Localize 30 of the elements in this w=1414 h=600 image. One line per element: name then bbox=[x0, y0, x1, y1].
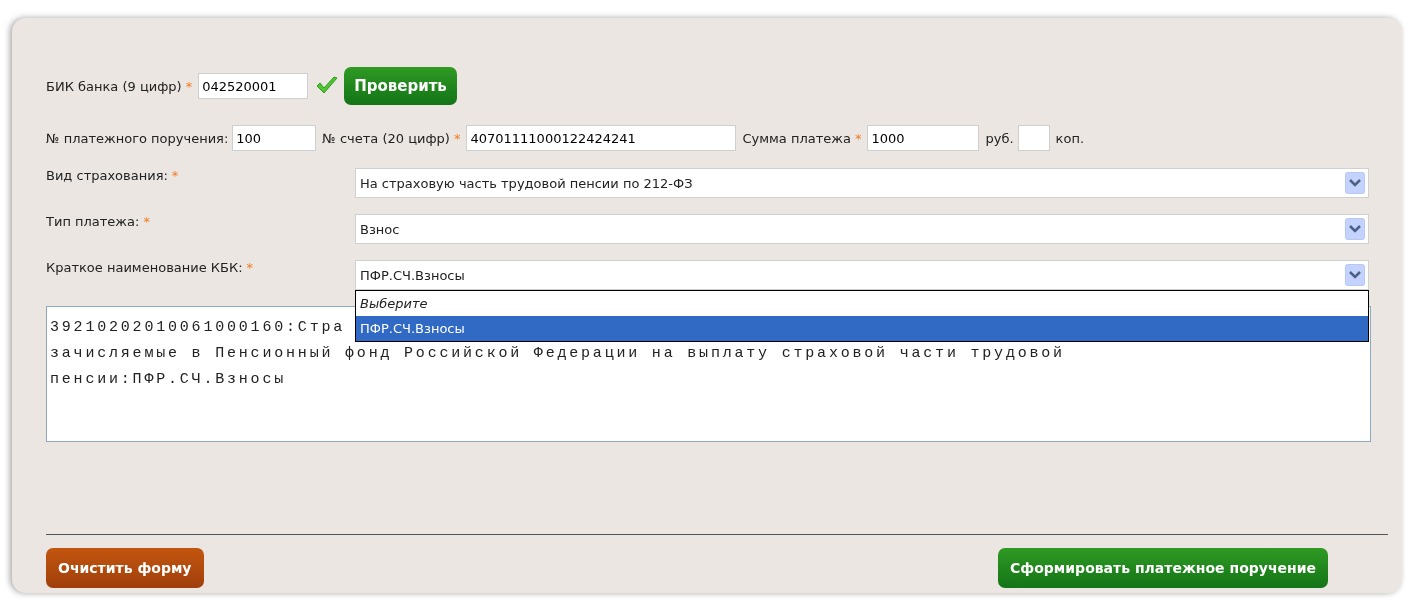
text-input[interactable]: 40701111000122424241 bbox=[466, 125, 737, 151]
required-mark: * bbox=[143, 214, 150, 229]
dropdown-select[interactable]: Взнос bbox=[355, 214, 1369, 244]
dropdown-select[interactable]: ПФР.СЧ.Взносы bbox=[355, 260, 1369, 290]
field-label: руб. bbox=[985, 130, 1014, 146]
text-input[interactable]: 100 bbox=[232, 125, 317, 151]
required-mark: * bbox=[854, 130, 862, 146]
required-mark: * bbox=[171, 168, 179, 183]
required-mark: * bbox=[246, 260, 254, 275]
text-input[interactable] bbox=[1017, 125, 1050, 151]
chevron-down-icon bbox=[1345, 172, 1365, 194]
dropdown-option[interactable]: ПФР.СЧ.Взносы bbox=[356, 316, 1368, 341]
field-label: Краткое наименование КБК: bbox=[46, 260, 243, 275]
field-label: Вид страхования: bbox=[46, 168, 168, 183]
text-input[interactable]: 1000 bbox=[867, 125, 980, 151]
field-label: Тип платежа: bbox=[46, 214, 140, 229]
field-label: коп. bbox=[1055, 130, 1084, 146]
field-label: Сумма платежа bbox=[742, 130, 851, 146]
clear-form-button[interactable]: Очистить форму bbox=[46, 548, 204, 588]
field-label: № счета (20 цифр) bbox=[322, 130, 450, 146]
required-mark: * bbox=[185, 78, 193, 94]
check-button[interactable]: Проверить bbox=[344, 67, 457, 105]
submit-button[interactable]: Сформировать платежное поручение bbox=[998, 548, 1328, 588]
required-mark: * bbox=[453, 130, 461, 146]
field-label: № платежного поручения: bbox=[46, 130, 229, 146]
field-label: БИК банка (9 цифр) bbox=[46, 78, 182, 94]
chevron-down-icon bbox=[1345, 264, 1365, 286]
dropdown-select[interactable]: На страховую часть трудовой пенсии по 212-ФЗ bbox=[355, 168, 1369, 198]
bik-input[interactable]: 042520001 bbox=[198, 73, 309, 99]
chevron-down-icon bbox=[1345, 218, 1365, 240]
